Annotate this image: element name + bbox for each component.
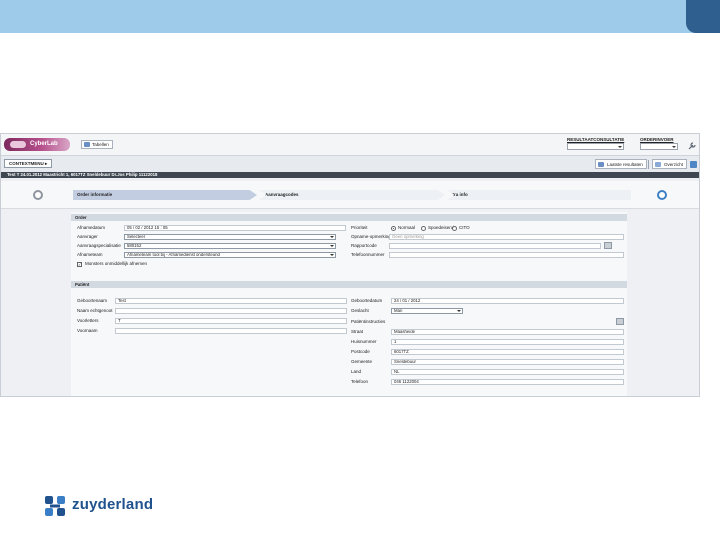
label-telefoon: Telefoon xyxy=(351,379,369,384)
section-patient-header: Patiënt xyxy=(71,281,627,288)
telefoonnummer-field[interactable] xyxy=(389,252,624,258)
priority-urgent-label: Spoedeisend xyxy=(428,225,455,230)
label-patient-instructie: Patiëntinstructies xyxy=(351,319,386,324)
wizard-next-button[interactable] xyxy=(657,190,667,200)
order-entry-link[interactable]: ORDERINVOER xyxy=(640,137,674,142)
label-telefoonnummer: Telefoonnummer xyxy=(351,252,385,257)
aanvrager-select[interactable]: Selecteer xyxy=(124,234,336,240)
land-field[interactable]: NL xyxy=(391,369,624,375)
label-straat: Straat xyxy=(351,329,364,334)
tabellen-button[interactable]: Tabellen xyxy=(81,140,113,149)
gemeente-field[interactable]: Sneldebuur xyxy=(391,359,624,365)
label-land: Land xyxy=(351,369,362,374)
app-topbar: CyberLab Tabellen RESULTAATCONSULTATIE O… xyxy=(1,134,699,155)
telefoon-field[interactable]: 046 1122004 xyxy=(391,379,624,385)
results-consult-select[interactable] xyxy=(567,143,624,150)
logo-text: CyberLab xyxy=(30,141,58,147)
label-achternaam: Geboortenaam xyxy=(77,298,108,303)
table-icon xyxy=(84,142,90,147)
priority-normal-radio[interactable] xyxy=(391,226,396,231)
slide-header-band xyxy=(0,0,720,33)
zuyderland-mark-icon xyxy=(45,496,65,516)
patient-instructie-button[interactable] xyxy=(616,318,624,325)
app-toolbar: CONTEXTMENU ▸ Laatste resultaten Overzic… xyxy=(1,155,699,172)
partnernaam-field[interactable] xyxy=(115,308,347,314)
section-order-header: Order xyxy=(71,214,627,221)
label-voornaam: Voornaam xyxy=(77,328,98,333)
brand-name: zuyderland xyxy=(72,496,154,513)
label-opmerking: Opname-opmerking xyxy=(351,234,391,239)
opmerking-field[interactable]: Geen opmerking xyxy=(389,234,624,240)
order-form: Order Afnamedatum 05 / 02 / 2012 15 : 05… xyxy=(71,212,627,396)
achternaam-field[interactable]: Test xyxy=(115,298,347,304)
postcode-field[interactable]: 6017TZ xyxy=(391,349,624,355)
cyberlab-window: CyberLab Tabellen RESULTAATCONSULTATIE O… xyxy=(0,133,700,397)
geslacht-select[interactable]: Man xyxy=(391,308,463,314)
priority-urgent-radio[interactable] xyxy=(421,226,426,231)
logo-mark-icon xyxy=(10,141,26,148)
aanvraagspecialisatie-select[interactable]: 580152 xyxy=(124,243,336,249)
afname-checkbox[interactable]: ✓ xyxy=(77,262,82,267)
wizard-step-label: Order informatie xyxy=(77,192,113,197)
label-afname-checkbox: Monsters onmiddellijk afnemen xyxy=(85,261,148,266)
overview-label: Overzicht xyxy=(664,162,684,167)
tabellen-label: Tabellen xyxy=(92,142,109,147)
last-results-label: Laatste resultaten xyxy=(607,162,643,167)
slide-corner-accent xyxy=(686,0,720,33)
voorletters-field[interactable]: T xyxy=(115,318,347,324)
order-entry-select[interactable] xyxy=(640,143,678,150)
export-icon[interactable] xyxy=(690,161,697,168)
wizard-step-extra-info[interactable]: Extra info xyxy=(447,190,631,200)
rapportcode-lookup-button[interactable] xyxy=(604,242,612,249)
label-aanvraagspecialisatie: Aanvraagspecialisatie xyxy=(77,243,121,248)
wrench-icon[interactable] xyxy=(688,142,696,150)
label-rapportcode: Rapportcode xyxy=(351,243,377,248)
context-menu-label: CONTEXTMENU xyxy=(9,161,44,166)
label-huisnummer: Huisnummer xyxy=(351,339,377,344)
results-icon xyxy=(598,162,604,167)
label-afnameteam: Afnameteam xyxy=(77,252,103,257)
label-afname-datum: Afnamedatum xyxy=(77,225,106,230)
results-consult-link[interactable]: RESULTAATCONSULTATIE xyxy=(567,137,624,142)
huisnummer-field[interactable]: 1 xyxy=(391,339,624,345)
straat-field[interactable]: Maasheide xyxy=(391,329,624,335)
geboortedatum-field[interactable]: 24 / 01 / 2012 xyxy=(391,298,624,304)
cyberlab-logo: CyberLab xyxy=(4,138,70,151)
patient-context-text: Test T 24.01.2012 Maastricht 1, 6017TZ S… xyxy=(7,172,158,177)
rapportcode-field[interactable] xyxy=(389,243,601,249)
order-wizard: Order informatie Aanvraagcodes Extra inf… xyxy=(1,181,699,209)
label-gemeente: Gemeente xyxy=(351,359,373,364)
voornaam-field[interactable] xyxy=(115,328,347,334)
label-voorletters: Voorletters xyxy=(77,318,99,323)
label-partnernaam: Naam echtgenoot xyxy=(77,308,113,313)
overview-icon xyxy=(655,162,661,167)
wizard-step-order-info[interactable]: Order informatie xyxy=(73,190,257,200)
wizard-step-label: Aanvraagcodes xyxy=(265,192,299,197)
label-geslacht: Geslacht xyxy=(351,308,369,313)
context-menu-button[interactable]: CONTEXTMENU ▸ xyxy=(4,159,53,168)
last-results-button[interactable]: Laatste resultaten xyxy=(595,159,647,169)
label-aanvrager: Aanvrager xyxy=(77,234,98,239)
overview-button[interactable]: Overzicht xyxy=(652,159,688,169)
label-postcode: Postcode xyxy=(351,349,370,354)
toolbar-divider xyxy=(648,160,649,169)
afnameteam-select[interactable]: Afnameteam tool bij - Afnamedienst onder… xyxy=(124,252,336,258)
wizard-step-label: Extra info xyxy=(447,192,468,197)
priority-cito-label: CITO xyxy=(459,225,470,230)
priority-normal-label: Normaal xyxy=(398,225,416,230)
patient-context-bar: Test T 24.01.2012 Maastricht 1, 6017TZ S… xyxy=(1,172,699,178)
wizard-step-request-codes[interactable]: Aanvraagcodes xyxy=(259,190,445,200)
afname-datum-field[interactable]: 05 / 02 / 2012 15 : 05 xyxy=(124,225,346,231)
label-prioriteit: Prioriteit xyxy=(351,225,368,230)
priority-cito-radio[interactable] xyxy=(452,226,457,231)
label-geboortedatum: Geboortedatum xyxy=(351,298,383,303)
wizard-back-button[interactable] xyxy=(33,190,43,200)
